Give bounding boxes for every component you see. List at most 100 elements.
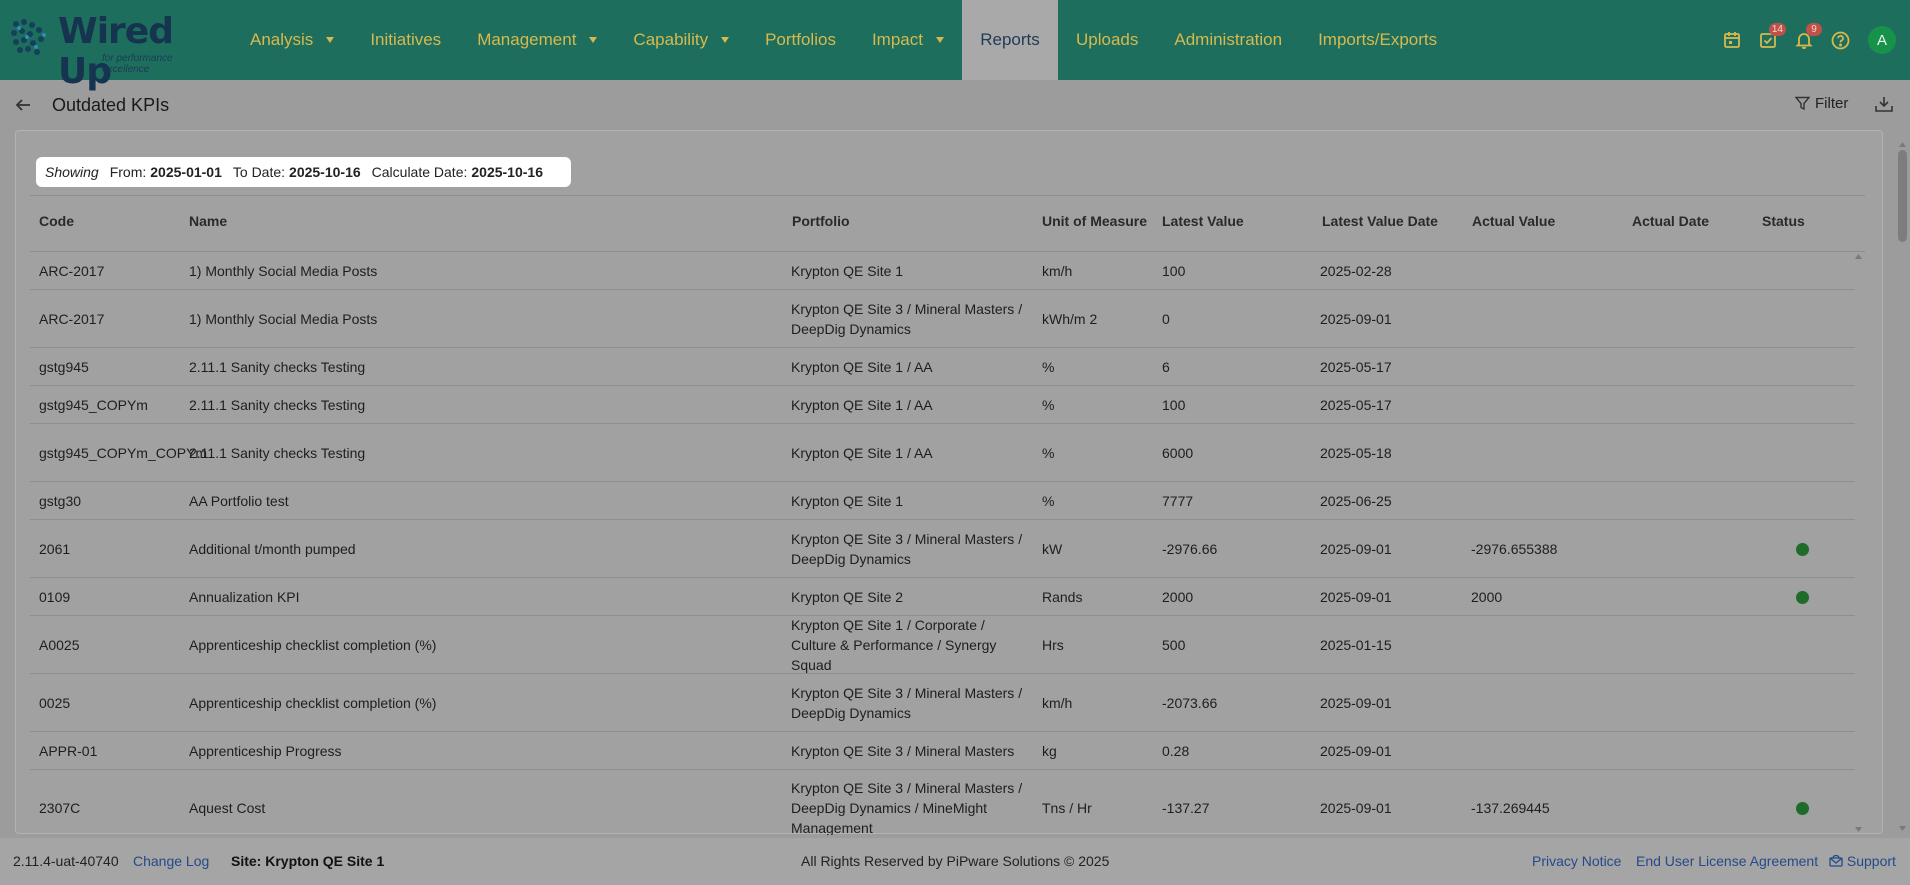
scroll-down-arrow-icon[interactable] (1895, 824, 1910, 834)
col-portfolio[interactable]: Portfolio (792, 213, 850, 229)
support-link[interactable]: Support (1829, 853, 1896, 869)
table-row[interactable]: ARC-2017 1) Monthly Social Media Posts Kry… (30, 290, 1855, 348)
cell-portfolio: Krypton QE Site 1 / AA (791, 444, 933, 461)
cell-code: 2307C (39, 799, 81, 816)
col-latest-value-date[interactable]: Latest Value Date (1322, 213, 1438, 229)
table-row[interactable]: gstg945 2.11.1 Sanity checks Testing Krypt… (30, 348, 1855, 386)
cell-unit: Hrs (1042, 636, 1064, 653)
table-row[interactable]: gstg945_COPYm_COPYm 2.11.1 Sanity checks … (30, 424, 1855, 482)
cell-code: 2061 (39, 540, 71, 557)
nav-label: Impact (871, 30, 923, 49)
col-status[interactable]: Status (1762, 213, 1805, 229)
scroll-up-arrow-icon[interactable] (1895, 139, 1910, 149)
cell-code: 0025 (39, 694, 71, 711)
cell-code: A0025 (39, 636, 80, 653)
cell-latest-value-date: 2025-09-01 (1320, 694, 1392, 711)
table-row[interactable]: 0025 Apprenticeship checklist completion … (30, 674, 1855, 732)
kpi-table: Code Name Portfolio Unit of Measure Late… (30, 195, 1865, 835)
nav-label: Initiatives (370, 30, 442, 49)
privacy-notice-link[interactable]: Privacy Notice (1532, 853, 1621, 869)
download-icon[interactable] (1874, 94, 1894, 114)
cell-name: 2.11.1 Sanity checks Testing (189, 444, 366, 461)
table-header: Code Name Portfolio Unit of Measure Late… (30, 196, 1865, 252)
table-row[interactable]: APPR-01 Apprenticeship Progress Krypton QE… (30, 732, 1855, 770)
cell-latest-value-date: 2025-09-01 (1320, 310, 1392, 327)
col-actual-date[interactable]: Actual Date (1632, 213, 1709, 229)
nav-initiatives[interactable]: Initiatives (352, 0, 459, 80)
table-row[interactable]: 2061 Additional t/month pumped Krypton QE … (30, 520, 1855, 578)
calculate-date-value: 2025-10-16 (471, 164, 543, 180)
cell-name: Annualization KPI (189, 588, 300, 605)
cell-name: 1) Monthly Social Media Posts (189, 310, 378, 327)
support-label: Support (1846, 853, 1896, 869)
cell-latest-value: 6000 (1162, 444, 1194, 461)
cell-unit: km/h (1042, 694, 1073, 711)
chevron-down-icon (326, 37, 335, 43)
cell-name: 2.11.1 Sanity checks Testing (189, 396, 366, 413)
table-row[interactable]: 0109 Annualization KPI Krypton QE Site 2 Ra… (30, 578, 1855, 616)
nav-management[interactable]: Management (459, 0, 615, 80)
status-indicator (1796, 543, 1809, 556)
cell-latest-value-date: 2025-05-17 (1320, 358, 1392, 375)
eula-link[interactable]: End User License Agreement (1636, 853, 1818, 869)
col-code[interactable]: Code (39, 213, 74, 229)
col-name[interactable]: Name (189, 213, 227, 229)
task-check-icon[interactable]: 14 (1750, 22, 1786, 58)
cell-latest-value-date: 2025-02-28 (1320, 262, 1392, 279)
col-unit-of-measure[interactable]: Unit of Measure (1042, 213, 1147, 229)
cell-portfolio: Krypton QE Site 1 (791, 262, 904, 279)
help-icon[interactable] (1822, 22, 1858, 58)
table-row[interactable]: ARC-2017 1) Monthly Social Media Posts Kry… (30, 252, 1855, 290)
cell-portfolio: Krypton QE Site 1 (791, 492, 904, 509)
brand-tagline: for performance excellence (102, 53, 173, 75)
table-row[interactable]: A0025 Apprenticeship checklist completion… (30, 616, 1855, 674)
main-nav: Analysis Initiatives Management Capabili… (232, 0, 1455, 80)
footer: 2.11.4-uat-40740 Change Log Site: Krypto… (0, 838, 1910, 885)
table-scrollbar[interactable] (1852, 251, 1865, 835)
nav-uploads[interactable]: Uploads (1058, 0, 1156, 80)
user-avatar[interactable]: A (1868, 26, 1896, 54)
bell-icon[interactable]: 9 (1786, 22, 1822, 58)
cell-portfolio: Krypton QE Site 3 / Mineral Masters / De… (791, 300, 1023, 337)
cell-code: ARC-2017 (39, 262, 105, 279)
cell-portfolio: Krypton QE Site 3 / Mineral Masters / De… (791, 684, 1023, 721)
cell-latest-value-date: 2025-05-18 (1320, 444, 1392, 461)
cell-name: 2.11.1 Sanity checks Testing (189, 358, 366, 375)
cell-portfolio: Krypton QE Site 2 (791, 588, 904, 605)
cell-unit: km/h (1042, 262, 1073, 279)
copyright-text: All Rights Reserved by PiPware Solutions… (801, 853, 1110, 869)
cell-unit: kWh/m 2 (1042, 310, 1098, 327)
filter-button[interactable]: Filter (1795, 95, 1848, 112)
support-icon (1829, 854, 1843, 867)
nav-capability[interactable]: Capability (615, 0, 747, 80)
nav-imports-exports[interactable]: Imports/Exports (1300, 0, 1455, 80)
cell-code: gstg945_COPYm (39, 396, 148, 413)
cell-code: ARC-2017 (39, 310, 105, 327)
nav-administration[interactable]: Administration (1156, 0, 1300, 80)
cell-latest-value: 7777 (1162, 492, 1194, 509)
cell-unit: % (1042, 396, 1055, 413)
nav-impact[interactable]: Impact (854, 0, 962, 80)
nav-analysis[interactable]: Analysis (232, 0, 352, 80)
col-latest-value[interactable]: Latest Value (1162, 213, 1244, 229)
table-row[interactable]: 2307C Aquest Cost Krypton QE Site 3 / Mine… (30, 770, 1855, 835)
cell-latest-value-date: 2025-09-01 (1320, 742, 1392, 759)
page-scrollbar-thumb[interactable] (1898, 150, 1907, 242)
calendar-icon[interactable] (1714, 22, 1750, 58)
cell-latest-value-date: 2025-09-01 (1320, 588, 1392, 605)
nav-portfolios[interactable]: Portfolios (747, 0, 854, 80)
cell-code: gstg30 (39, 492, 82, 509)
table-row[interactable]: gstg30 AA Portfolio test Krypton QE Site 1… (30, 482, 1855, 520)
date-range-summary: Showing From: 2025-01-01 To Date: 2025-1… (36, 157, 571, 187)
table-row[interactable]: gstg945_COPYm 2.11.1 Sanity checks Testin… (30, 386, 1855, 424)
nav-reports[interactable]: Reports (961, 0, 1058, 80)
col-actual-value[interactable]: Actual Value (1472, 213, 1555, 229)
cell-latest-value: 100 (1162, 396, 1186, 413)
change-log-link[interactable]: Change Log (133, 853, 209, 869)
brand-logo[interactable]: Wired Up for performance excellence (10, 10, 220, 92)
back-arrow-icon[interactable] (14, 96, 34, 114)
cell-latest-value: -2073.66 (1162, 694, 1218, 711)
notifications-badge: 9 (1806, 23, 1822, 36)
page-scrollbar[interactable] (1895, 142, 1910, 834)
cell-actual-value: 2000 (1471, 588, 1503, 605)
